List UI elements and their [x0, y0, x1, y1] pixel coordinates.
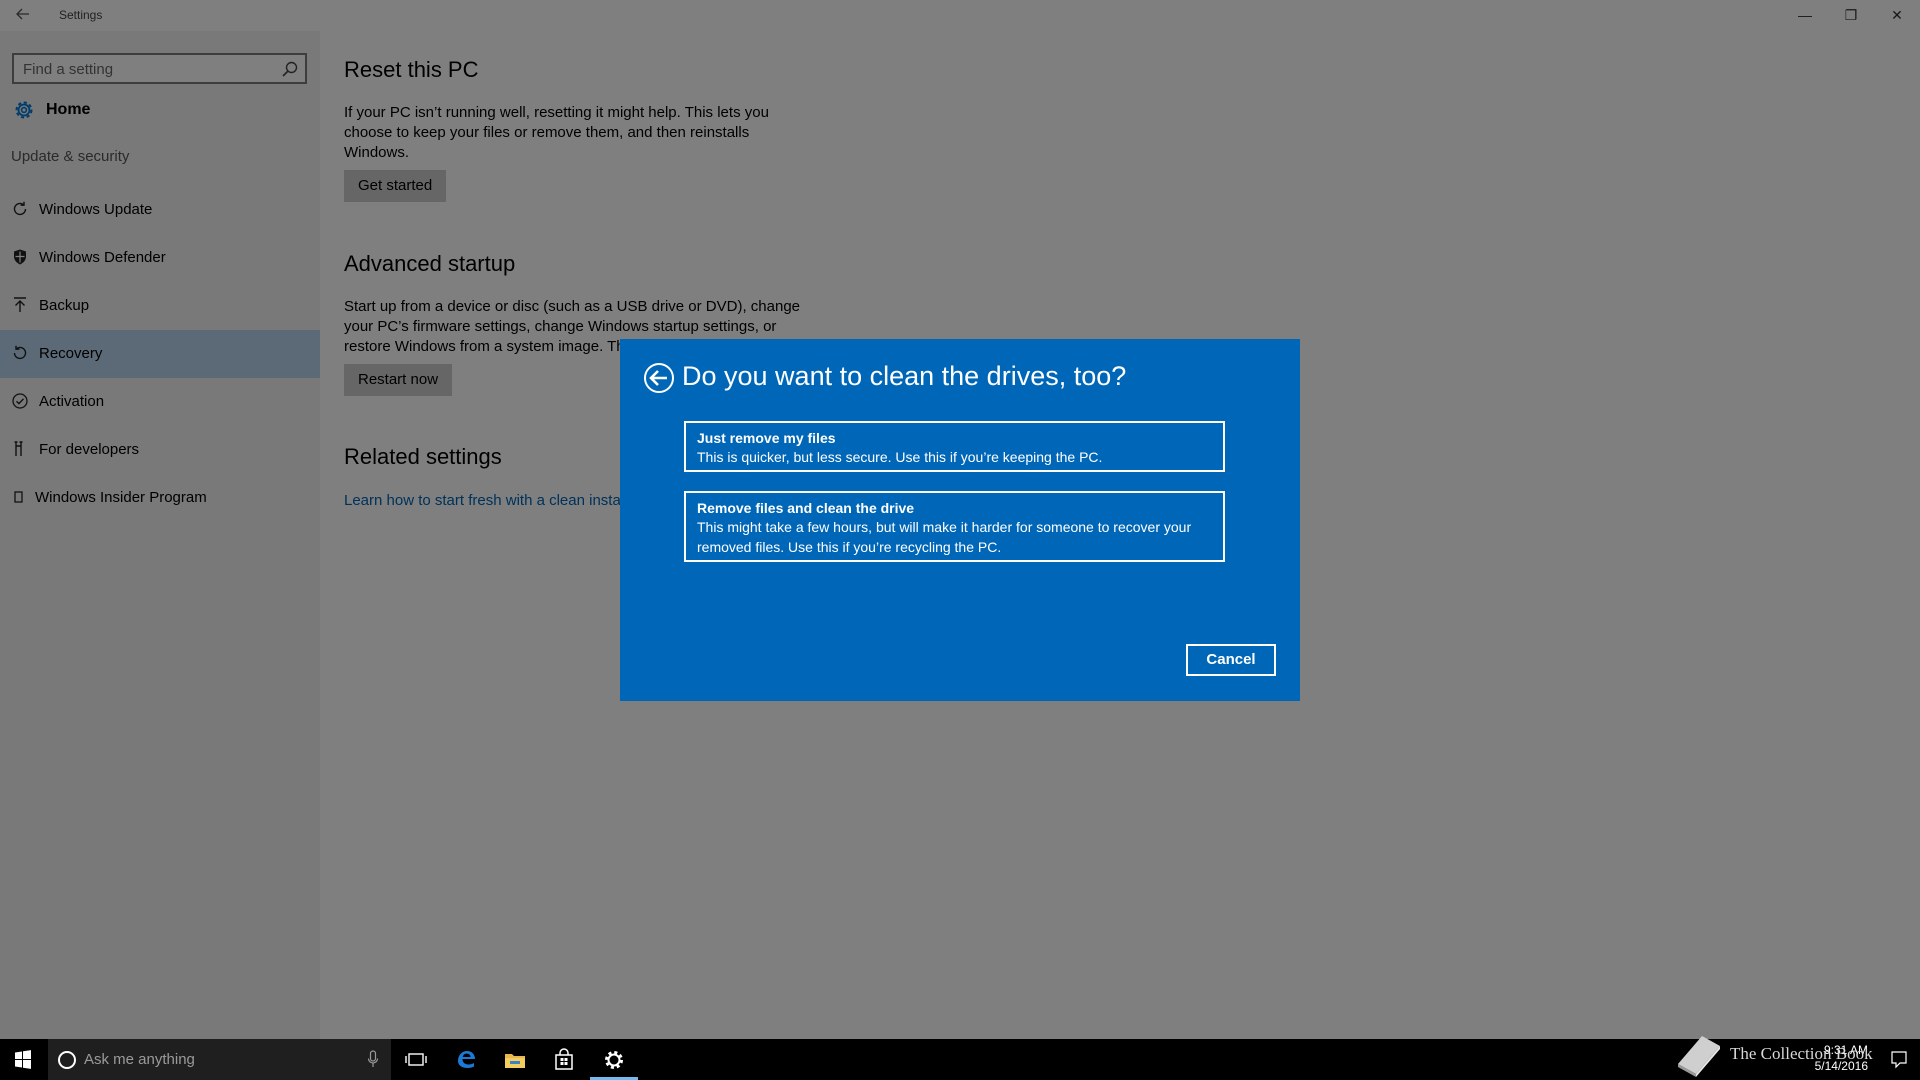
store-bag-icon	[555, 1048, 573, 1070]
microphone-icon[interactable]	[367, 1050, 379, 1068]
back-circle-icon[interactable]	[643, 362, 675, 394]
start-button[interactable]	[0, 1039, 46, 1080]
task-view-icon	[405, 1053, 427, 1066]
cortana-search-box[interactable]: Ask me anything	[48, 1039, 391, 1080]
edge-browser-icon	[458, 1051, 475, 1068]
cortana-icon	[58, 1051, 76, 1069]
cancel-button[interactable]: Cancel	[1186, 644, 1276, 676]
store-button[interactable]	[540, 1039, 588, 1080]
watermark-text: The Collection Book	[1730, 1044, 1873, 1063]
cortana-placeholder: Ask me anything	[84, 1051, 195, 1068]
folder-icon	[505, 1054, 525, 1068]
watermark: The Collection Book	[1672, 1030, 1920, 1080]
settings-gear-icon	[605, 1051, 623, 1069]
clean-drives-dialog: Do you want to clean the drives, too? Ju…	[620, 339, 1300, 701]
remove-and-clean-option[interactable]: Remove files and clean the drive This mi…	[684, 491, 1225, 562]
option-title: Remove files and clean the drive	[697, 500, 915, 516]
windows-logo-icon	[15, 1050, 31, 1069]
dialog-title: Do you want to clean the drives, too?	[682, 361, 1127, 391]
settings-taskbar-button[interactable]	[590, 1039, 638, 1080]
book-logo-icon	[1678, 1036, 1720, 1077]
option-description: This might take a few hours, but will ma…	[697, 519, 1192, 555]
task-view-button[interactable]	[392, 1039, 440, 1080]
file-explorer-button[interactable]	[491, 1039, 539, 1080]
taskbar: Ask me anything 9:31 AM 5/14/2016	[0, 1039, 1920, 1080]
just-remove-files-option[interactable]: Just remove my files This is quicker, bu…	[684, 421, 1225, 472]
option-title: Just remove my files	[697, 430, 836, 446]
option-description: This is quicker, but less secure. Use th…	[697, 449, 1103, 465]
edge-button[interactable]	[442, 1039, 490, 1080]
